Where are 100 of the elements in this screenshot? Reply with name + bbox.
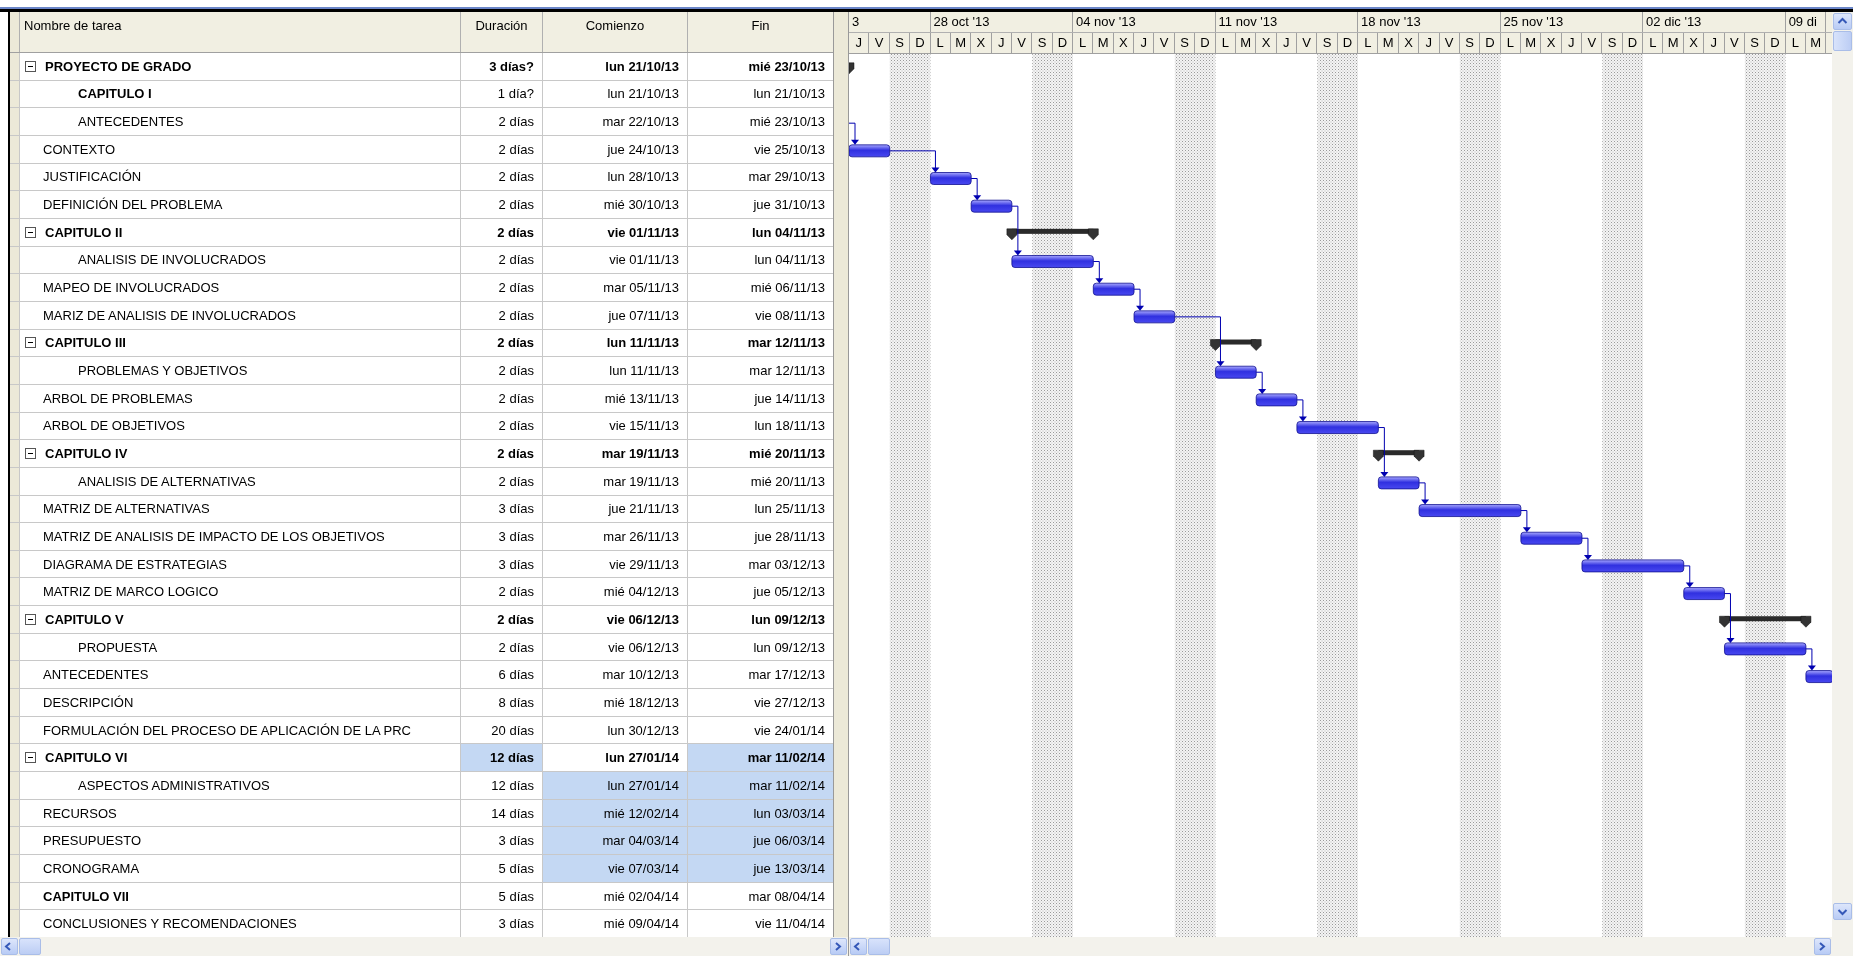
day-label: X [971,33,992,53]
column-header[interactable]: Nombre de tarea [24,18,122,33]
row-selector[interactable] [10,606,20,633]
scroll-thumb[interactable] [868,938,890,955]
table-cell: 6 días [461,661,543,689]
row-selector[interactable] [10,855,20,882]
scroll-left-button[interactable] [850,938,867,955]
table-cell: 2 días [461,412,543,440]
split-bar[interactable] [833,12,850,937]
row-selector[interactable] [10,384,20,412]
scroll-left-button[interactable] [1,938,18,955]
row-selector[interactable] [10,495,20,523]
scroll-bar[interactable] [0,937,848,956]
table-cell: 2 días [461,606,543,633]
row-selector[interactable] [10,412,20,440]
scroll-down-button[interactable] [1833,903,1852,920]
task-name: PROYECTO DE GRADO [45,58,192,74]
column-header[interactable]: Fin [751,18,770,33]
row-selector[interactable] [10,716,20,744]
day-label: J [1704,33,1725,53]
table-cell: lun 21/10/13 [543,80,688,108]
task-name: CAPITULO III [45,335,126,351]
row-selector[interactable] [10,80,20,108]
task-name: MATRIZ DE MARCO LOGICO [43,584,219,600]
table-cell: mar 26/11/13 [543,523,688,550]
row-selector[interactable] [10,744,20,772]
table-cell: 2 días [461,633,543,661]
row-selector[interactable] [10,661,20,689]
scroll-thumb[interactable] [1833,31,1852,51]
row-selector[interactable] [10,191,20,218]
day-label: V [1724,33,1745,53]
row-selector[interactable] [10,440,20,467]
day-label: V [1154,33,1175,53]
scroll-bar[interactable] [849,937,1832,956]
row-selector[interactable] [10,689,20,716]
day-label: S [1032,33,1053,53]
day-label: D [1195,33,1216,53]
day-label: V [1439,33,1460,53]
row-selector[interactable] [10,550,20,578]
collapse-icon[interactable] [25,613,36,625]
table-cell: 2 días [461,246,543,274]
day-label: M [1663,33,1684,53]
row-selector[interactable] [10,108,20,135]
day-label: X [1683,33,1705,53]
row-selector[interactable] [10,301,20,329]
table-cell: jue 13/03/14 [688,855,834,882]
table-cell: 3 días [461,523,543,550]
day-label: L [1785,33,1806,53]
scroll-right-button[interactable] [830,938,847,955]
day-label: S [1317,33,1338,53]
collapse-icon[interactable] [25,60,36,72]
table-cell: 5 días [461,882,543,910]
row-selector[interactable] [10,467,20,495]
collapse-icon[interactable] [25,448,36,459]
collapse-icon[interactable] [25,337,36,349]
day-label: V [1582,33,1603,53]
row-selector[interactable] [10,163,20,191]
table-cell: jue 21/11/13 [543,495,688,523]
row-selector[interactable] [10,578,20,606]
select-all-corner[interactable] [10,12,20,52]
row-selector[interactable] [10,246,20,274]
collapse-icon[interactable] [25,752,36,764]
table-cell: mar 11/02/14 [688,744,834,772]
resize-grip[interactable] [1832,937,1853,956]
row-selector[interactable] [10,633,20,661]
scroll-thumb[interactable] [19,938,41,955]
task-name: CAPITULO II [45,224,123,240]
row-selector[interactable] [10,218,20,246]
row-selector[interactable] [10,799,20,827]
task-name: CRONOGRAMA [43,860,140,876]
task-bar [1255,393,1298,407]
scroll-up-button[interactable] [1833,13,1852,30]
day-label: M [1520,33,1542,53]
row-selector[interactable] [10,827,20,855]
column-header[interactable]: Duración [475,18,528,33]
task-bar [1805,670,1832,683]
table-cell: 8 días [461,689,543,716]
task-name: DIAGRAMA DE ESTRATEGIAS [43,556,227,572]
scroll-bar[interactable] [1832,12,1853,937]
task-bar [970,199,1013,213]
day-label: D [1052,33,1074,53]
column-header[interactable]: Comienzo [585,18,645,33]
table-cell: 2 días [461,274,543,301]
table-cell: 2 días [461,329,543,357]
table-cell: mié 18/12/13 [543,689,688,716]
collapse-icon[interactable] [25,226,36,238]
day-label: V [1011,33,1033,53]
table-cell: lun 11/11/13 [543,357,688,384]
row-selector[interactable] [10,135,20,163]
row-selector[interactable] [10,772,20,799]
row-selector[interactable] [10,523,20,550]
row-selector[interactable] [10,882,20,910]
day-label: S [1744,33,1766,53]
scroll-right-button[interactable] [1814,938,1831,955]
row-selector[interactable] [10,329,20,357]
row-selector[interactable] [10,357,20,384]
table-cell: lun 27/01/14 [543,772,688,799]
task-name: PROBLEMAS Y OBJETIVOS [78,363,248,379]
row-selector[interactable] [10,53,20,80]
row-selector[interactable] [10,274,20,301]
